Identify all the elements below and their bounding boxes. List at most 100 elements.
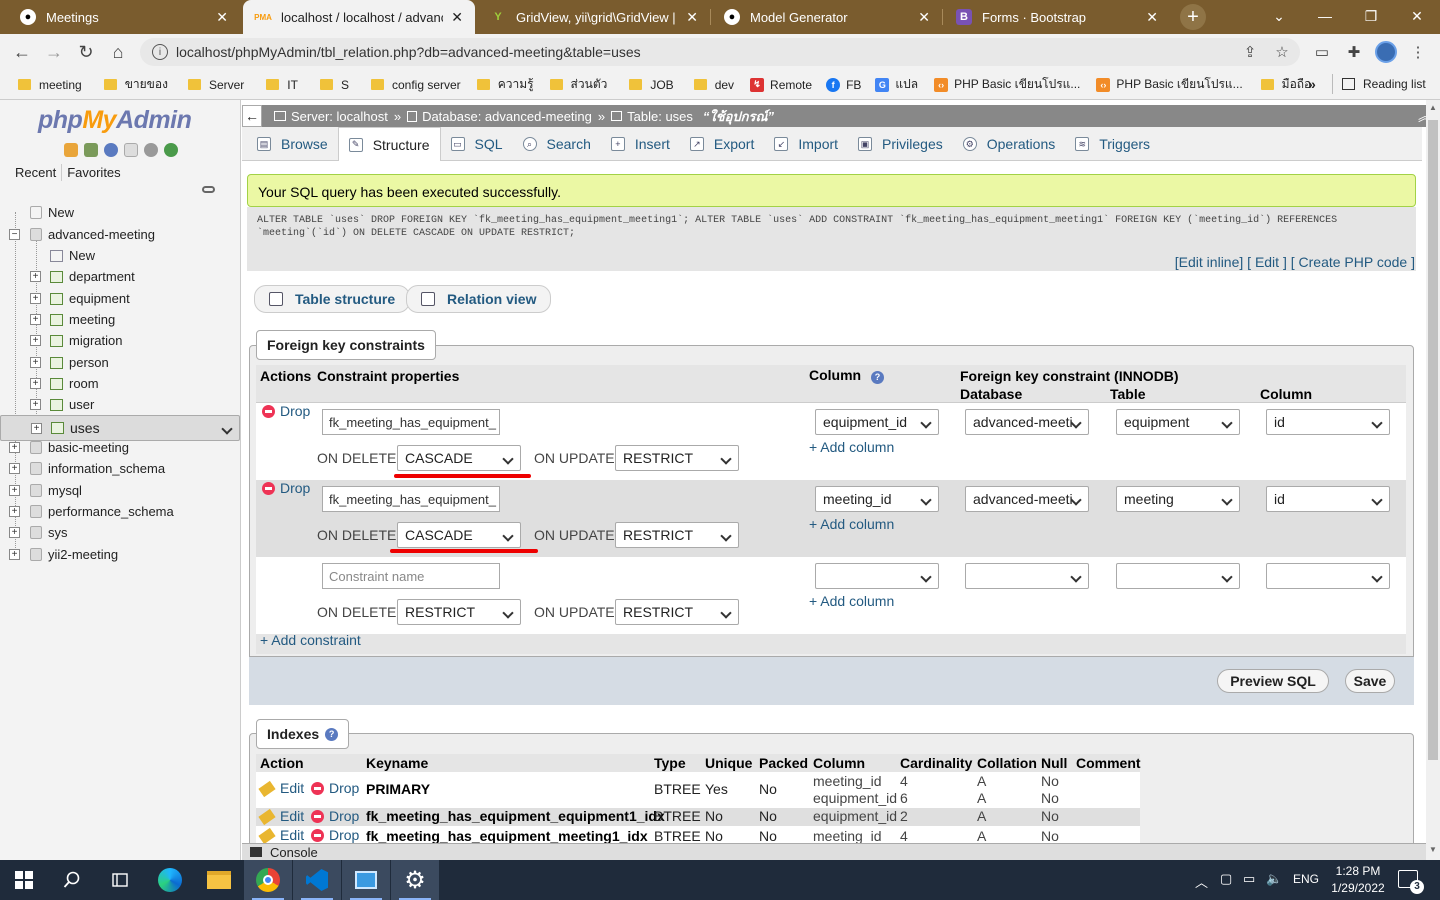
scroll-up-icon[interactable]: ▲ xyxy=(1429,103,1437,112)
bookmark-folder[interactable]: dev xyxy=(693,78,734,92)
scroll-down-icon[interactable]: ▼ xyxy=(1429,845,1437,854)
reload-button[interactable]: ↻ xyxy=(74,40,98,64)
edit-inline-link[interactable]: Edit inline xyxy=(1179,254,1240,270)
tab-export[interactable]: ↗ Export xyxy=(680,127,764,161)
add-column-link[interactable]: + Add column xyxy=(809,593,894,609)
edge-button[interactable] xyxy=(146,860,194,900)
forward-button[interactable]: → xyxy=(42,40,66,64)
drop-constraint-link[interactable]: Drop xyxy=(262,403,310,419)
expand-icon[interactable]: + xyxy=(9,506,20,517)
clock[interactable]: 1:28 PM 1/29/2022 xyxy=(1328,863,1388,897)
tree-item-table[interactable]: + meeting xyxy=(0,309,240,330)
language-indicator[interactable]: ENG xyxy=(1293,872,1319,886)
gear-icon[interactable] xyxy=(144,143,158,157)
close-icon[interactable]: ✕ xyxy=(686,9,698,26)
scrollbar-thumb[interactable] xyxy=(1428,120,1438,760)
tree-item-table[interactable]: + person xyxy=(0,352,240,373)
breadcrumb-server[interactable]: Server: localhost xyxy=(291,109,388,124)
collapse-icon[interactable]: − xyxy=(9,229,20,240)
bookmark-folder[interactable]: config server xyxy=(370,78,461,92)
expand-icon[interactable]: + xyxy=(9,527,20,538)
tab-triggers[interactable]: ≋ Triggers xyxy=(1065,127,1160,161)
bookmark-folder[interactable]: IT xyxy=(266,78,298,92)
volume-muted-icon[interactable]: 🔈 xyxy=(1266,871,1282,887)
help-icon[interactable] xyxy=(104,143,118,157)
expand-icon[interactable]: + xyxy=(9,549,20,560)
drop-index-link[interactable]: Drop xyxy=(311,808,359,824)
close-icon[interactable]: ✕ xyxy=(918,9,930,26)
minimize-button[interactable]: — xyxy=(1302,0,1348,32)
search-button[interactable] xyxy=(48,860,96,900)
on-delete-select[interactable]: RESTRICT xyxy=(397,599,521,625)
on-update-select[interactable]: RESTRICT xyxy=(615,445,739,471)
table-structure-tab[interactable]: Table structure xyxy=(254,285,411,313)
constraint-name-input[interactable]: fk_meeting_has_equipment_ xyxy=(322,486,500,512)
browser-tab-meetings[interactable]: ● Meetings ✕ xyxy=(8,0,240,34)
tree-item-table[interactable]: + department xyxy=(0,266,240,287)
chrome-button[interactable] xyxy=(244,860,292,900)
add-constraint-link[interactable]: + Add constraint xyxy=(260,632,361,648)
tree-item-new[interactable]: New xyxy=(0,202,240,223)
edit-index-link[interactable]: Edit xyxy=(258,780,304,798)
constraint-name-input[interactable]: fk_meeting_has_equipment_ xyxy=(322,409,500,435)
recent-tab[interactable]: Recent xyxy=(10,164,63,181)
expand-icon[interactable]: + xyxy=(30,399,41,410)
expand-icon[interactable]: + xyxy=(9,463,20,474)
page-scrollbar[interactable]: ▲ ▼ xyxy=(1426,100,1440,860)
home-icon[interactable] xyxy=(64,143,78,157)
ref-database-select[interactable]: advanced-meeti xyxy=(965,409,1089,435)
meet-now-icon[interactable]: ▢ xyxy=(1220,871,1232,887)
drop-index-link[interactable]: Drop xyxy=(311,780,359,796)
help-icon[interactable]: ? xyxy=(871,371,884,384)
tab-search-button[interactable]: ⌄ xyxy=(1256,0,1302,32)
share-icon[interactable]: ⇪ xyxy=(1240,42,1260,62)
home-button[interactable]: ⌂ xyxy=(106,40,130,64)
tab-insert[interactable]: + Insert xyxy=(601,127,680,161)
drop-index-link[interactable]: Drop xyxy=(311,827,359,843)
site-info-icon[interactable]: i xyxy=(152,44,168,60)
bookmark-folder[interactable]: ส่วนตัว xyxy=(549,75,607,94)
tree-item-table[interactable]: + room xyxy=(0,373,240,394)
settings-button[interactable]: ⚙ xyxy=(391,860,439,900)
preview-sql-button[interactable]: Preview SQL xyxy=(1217,669,1329,693)
start-button[interactable] xyxy=(0,860,48,900)
extensions-icon[interactable]: ✚ xyxy=(1344,42,1364,62)
edit-index-link[interactable]: Edit xyxy=(258,827,304,845)
tab-privileges[interactable]: ▣ Privileges xyxy=(848,127,953,161)
tree-item-table[interactable]: + user xyxy=(0,394,240,415)
save-button[interactable]: Save xyxy=(1345,669,1395,693)
bookmark-folder[interactable]: ความรู้ xyxy=(476,75,534,94)
add-column-link[interactable]: + Add column xyxy=(809,516,894,532)
task-view-button[interactable] xyxy=(96,860,144,900)
link-icon[interactable] xyxy=(202,186,215,193)
tree-item-advanced-meeting[interactable]: − advanced-meeting xyxy=(0,224,240,245)
ref-table-select[interactable] xyxy=(1116,563,1240,589)
expand-icon[interactable]: + xyxy=(30,293,41,304)
breadcrumb-database[interactable]: Database: advanced-meeting xyxy=(422,109,592,124)
ref-database-select[interactable] xyxy=(965,563,1089,589)
tab-import[interactable]: ↙ Import xyxy=(764,127,848,161)
remote-desktop-button[interactable] xyxy=(342,860,390,900)
close-icon[interactable]: ✕ xyxy=(1146,9,1158,26)
tree-item-database[interactable]: + yii2-meeting xyxy=(0,544,240,565)
logout-icon[interactable] xyxy=(84,143,98,157)
cast-icon[interactable]: ▭ xyxy=(1312,42,1332,62)
close-window-button[interactable]: ✕ xyxy=(1394,0,1440,32)
expand-icon[interactable]: + xyxy=(30,378,41,389)
bookmarks-overflow-button[interactable]: » xyxy=(1308,76,1316,92)
tree-item-table[interactable]: + migration xyxy=(0,330,240,351)
bookmark-folder[interactable]: S xyxy=(319,78,349,92)
bookmark-folder[interactable]: Server xyxy=(187,78,244,92)
ref-column-select[interactable] xyxy=(1266,563,1390,589)
ref-column-select[interactable]: id xyxy=(1266,486,1390,512)
on-update-select[interactable]: RESTRICT xyxy=(615,599,739,625)
network-icon[interactable]: ▭ xyxy=(1243,871,1255,887)
tree-item-new-table[interactable]: New xyxy=(0,245,240,266)
browser-tab-bootstrap[interactable]: B Forms · Bootstrap ✕ xyxy=(944,0,1170,34)
column-select[interactable]: meeting_id xyxy=(815,486,939,512)
tab-browse[interactable]: ▤ Browse xyxy=(247,127,338,161)
help-icon[interactable]: ? xyxy=(325,727,339,741)
bookmark-folder[interactable]: JOB xyxy=(629,78,674,92)
ref-column-select[interactable]: id xyxy=(1266,409,1390,435)
expand-icon[interactable]: + xyxy=(31,422,42,434)
